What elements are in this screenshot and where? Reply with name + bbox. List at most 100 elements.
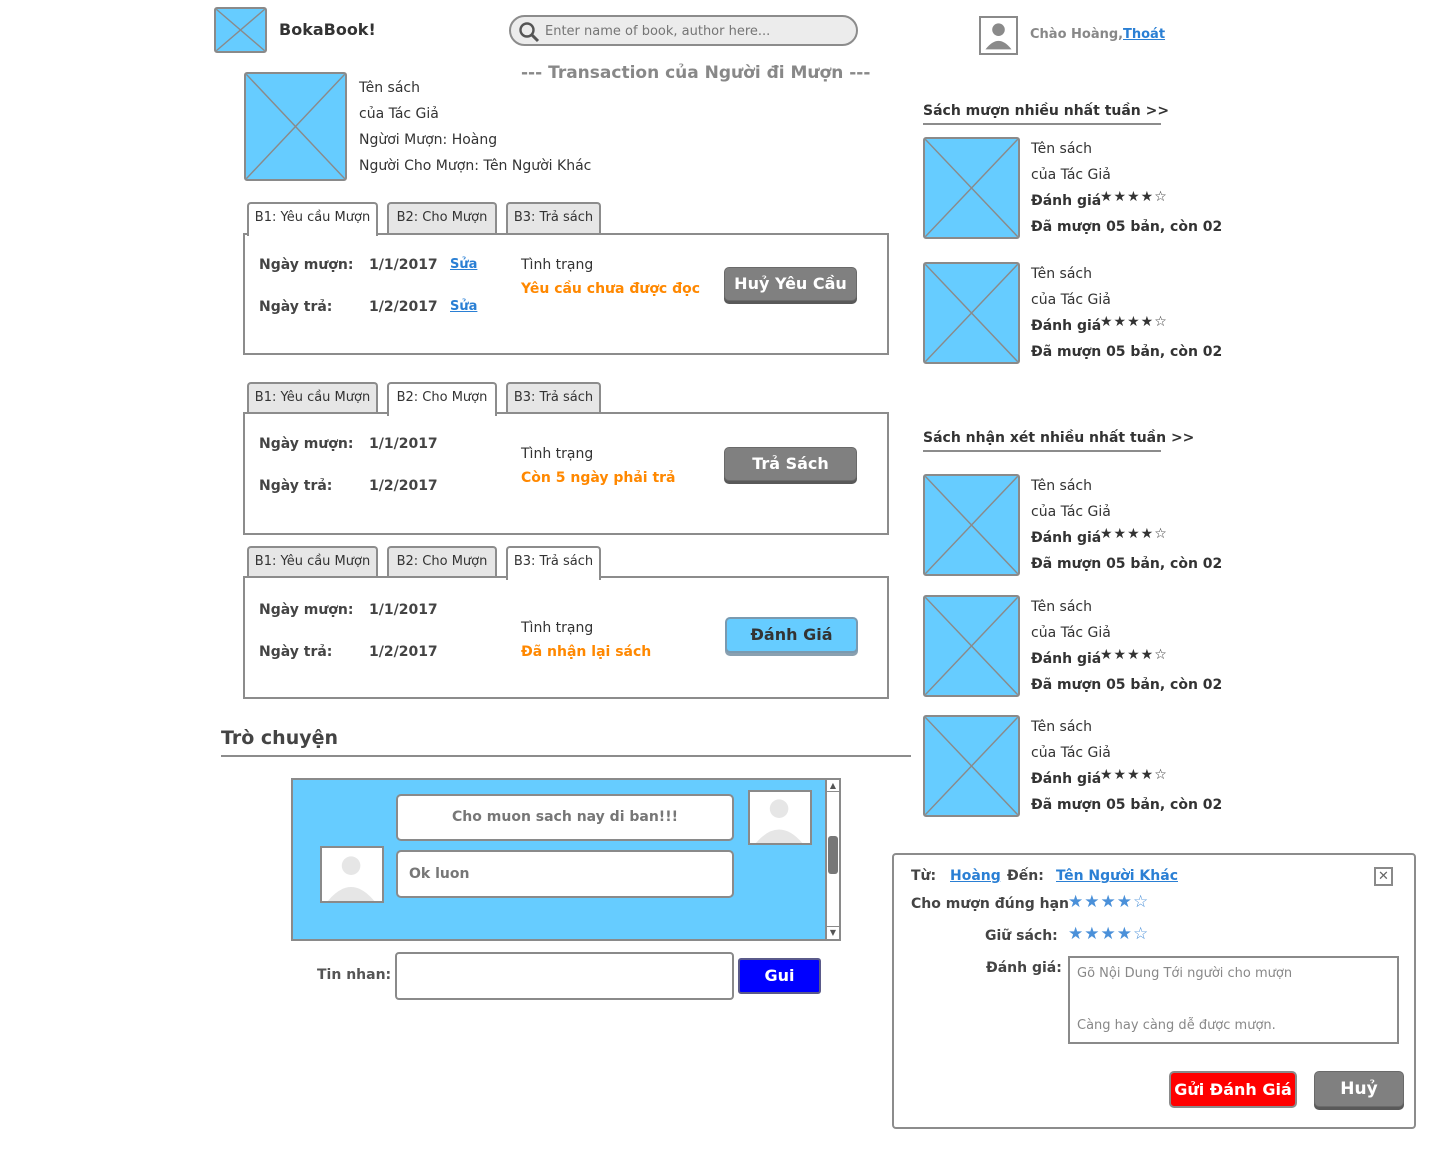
book-title: Tên sách <box>359 80 420 96</box>
sidebar-book-stock: Đã mượn 05 bản, còn 02 <box>1031 344 1223 360</box>
rating-stars-icon: ★★★★☆ <box>1100 314 1168 330</box>
review-dialog: Từ: Hoàng Đến: Tên Người Khác ✕ Cho mượn… <box>892 853 1416 1129</box>
edit-borrow-date-link[interactable]: Sửa <box>450 257 477 272</box>
sidebar-book-author: của Tác Giả <box>1031 292 1111 308</box>
tab-step2[interactable]: B2: Cho Mượn <box>387 546 497 578</box>
scroll-up-icon[interactable]: ▲ <box>827 780 839 792</box>
status-value: Yêu cầu chưa được đọc <box>521 281 701 297</box>
ontime-rating-stars-icon[interactable]: ★★★★☆ <box>1068 892 1149 912</box>
sidebar-book-cover <box>923 262 1020 364</box>
keep-rating-stars-icon[interactable]: ★★★★☆ <box>1068 924 1149 944</box>
sidebar-rating-label: Đánh giá <box>1031 318 1102 334</box>
sidebar-rating-label: Đánh giá <box>1031 651 1102 667</box>
review-placeholder-line2: Càng hay càng dễ được mượn. <box>1077 1018 1276 1033</box>
message-input[interactable] <box>395 952 734 1000</box>
rating-stars-icon: ★★★★☆ <box>1100 526 1168 542</box>
send-button[interactable]: Gui <box>738 958 821 994</box>
chat-scrollbar[interactable]: ▲ ▼ <box>825 780 839 939</box>
tab-step2[interactable]: B2: Cho Mượn <box>387 202 497 234</box>
tab-step3[interactable]: B3: Trả sách <box>506 546 601 580</box>
most-reviewed-title[interactable]: Sách nhận xét nhiều nhất tuần >> <box>923 430 1194 452</box>
sidebar-book-cover <box>923 137 1020 239</box>
borrow-date-value: 1/1/2017 <box>369 436 438 452</box>
sidebar-book-stock: Đã mượn 05 bản, còn 02 <box>1031 219 1223 235</box>
sidebar-book-stock: Đã mượn 05 bản, còn 02 <box>1031 556 1223 572</box>
logout-link[interactable]: Thoát <box>1123 27 1165 42</box>
sidebar-book-author: của Tác Giả <box>1031 167 1111 183</box>
tab-step3[interactable]: B3: Trả sách <box>506 382 601 414</box>
status-value: Đã nhận lại sách <box>521 644 652 660</box>
keep-label: Giữ sách: <box>985 928 1058 944</box>
sidebar-book-title: Tên sách <box>1031 599 1092 615</box>
chat-avatar-other <box>748 790 812 845</box>
return-date-value: 1/2/2017 <box>369 644 438 660</box>
book-cover-image <box>244 72 347 181</box>
edit-return-date-link[interactable]: Sửa <box>450 299 477 314</box>
to-user-link[interactable]: Tên Người Khác <box>1056 868 1178 884</box>
chat-message-outgoing: Ok luon <box>396 850 734 898</box>
rating-stars-icon: ★★★★☆ <box>1100 767 1168 783</box>
from-user-link[interactable]: Hoàng <box>950 868 1001 884</box>
return-date-label: Ngày trả: <box>259 299 333 315</box>
chat-title: Trò chuyện <box>221 727 339 749</box>
search-input[interactable] <box>545 19 845 43</box>
tab-step1[interactable]: B1: Yêu cầu Mượn <box>247 546 378 578</box>
rating-stars-icon: ★★★★☆ <box>1100 189 1168 205</box>
greeting-text: Chào Hoàng, <box>1030 27 1124 42</box>
cancel-request-button[interactable]: Huỷ Yêu Cầu <box>724 267 857 301</box>
rate-button[interactable]: Đánh Giá <box>725 617 858 653</box>
scroll-thumb[interactable] <box>828 836 838 874</box>
sidebar-book-cover <box>923 474 1020 576</box>
review-label: Đánh giá: <box>986 960 1062 976</box>
sidebar-book-title: Tên sách <box>1031 719 1092 735</box>
return-date-label: Ngày trả: <box>259 478 333 494</box>
sidebar-book-title: Tên sách <box>1031 266 1092 282</box>
to-label: Đến: <box>1007 868 1044 884</box>
sidebar-rating-label: Đánh giá <box>1031 771 1102 787</box>
tab-step1[interactable]: B1: Yêu cầu Mượn <box>247 202 378 236</box>
tab-step1[interactable]: B1: Yêu cầu Mượn <box>247 382 378 414</box>
transaction-title: --- Transaction của Người đi Mượn --- <box>521 63 871 83</box>
review-textarea[interactable]: Gõ Nội Dung Tới người cho mượn Càng hay … <box>1068 956 1399 1044</box>
tab-step3[interactable]: B3: Trả sách <box>506 202 601 234</box>
book-author: của Tác Giả <box>359 106 439 122</box>
return-date-label: Ngày trả: <box>259 644 333 660</box>
search-icon <box>517 21 541 43</box>
borrow-date-label: Ngày mượn: <box>259 436 354 452</box>
most-borrowed-title[interactable]: Sách mượn nhiều nhất tuần >> <box>923 103 1169 125</box>
chat-message-incoming: Cho muon sach nay di ban!!! <box>396 794 734 841</box>
status-label: Tình trạng <box>521 446 594 462</box>
submit-review-button[interactable]: Gửi Đánh Giá <box>1169 1071 1297 1108</box>
sidebar-book-stock: Đã mượn 05 bản, còn 02 <box>1031 797 1223 813</box>
ontime-label: Cho mượn đúng hạn <box>911 896 1069 912</box>
close-icon[interactable]: ✕ <box>1374 867 1393 886</box>
borrow-date-label: Ngày mượn: <box>259 602 354 618</box>
tab-step2[interactable]: B2: Cho Mượn <box>387 382 497 416</box>
status-value: Còn 5 ngày phải trả <box>521 470 676 486</box>
sidebar-book-cover <box>923 595 1020 697</box>
borrow-date-value: 1/1/2017 <box>369 602 438 618</box>
app-name[interactable]: BokaBook! <box>279 20 376 39</box>
user-avatar[interactable] <box>979 16 1018 55</box>
rating-stars-icon: ★★★★☆ <box>1100 647 1168 663</box>
sidebar-book-stock: Đã mượn 05 bản, còn 02 <box>1031 677 1223 693</box>
search-box[interactable] <box>509 15 858 46</box>
sidebar-book-cover <box>923 715 1020 817</box>
return-book-button[interactable]: Trả Sách <box>724 447 857 481</box>
logo-image <box>214 7 267 53</box>
sidebar-book-author: của Tác Giả <box>1031 504 1111 520</box>
from-label: Từ: <box>911 868 937 884</box>
status-label: Tình trạng <box>521 620 594 636</box>
sidebar-book-author: của Tác Giả <box>1031 625 1111 641</box>
scroll-down-icon[interactable]: ▼ <box>827 926 839 938</box>
sidebar-book-author: của Tác Giả <box>1031 745 1111 761</box>
sidebar-book-title: Tên sách <box>1031 478 1092 494</box>
cancel-review-button[interactable]: Huỷ <box>1314 1071 1404 1107</box>
sidebar-rating-label: Đánh giá <box>1031 530 1102 546</box>
borrow-date-value: 1/1/2017 <box>369 257 438 273</box>
sidebar-rating-label: Đánh giá <box>1031 193 1102 209</box>
return-date-value: 1/2/2017 <box>369 299 438 315</box>
lender-name: Người Cho Mượn: Tên Người Khác <box>359 158 592 174</box>
message-input-label: Tin nhan: <box>317 967 392 983</box>
review-placeholder-line1: Gõ Nội Dung Tới người cho mượn <box>1077 966 1293 981</box>
